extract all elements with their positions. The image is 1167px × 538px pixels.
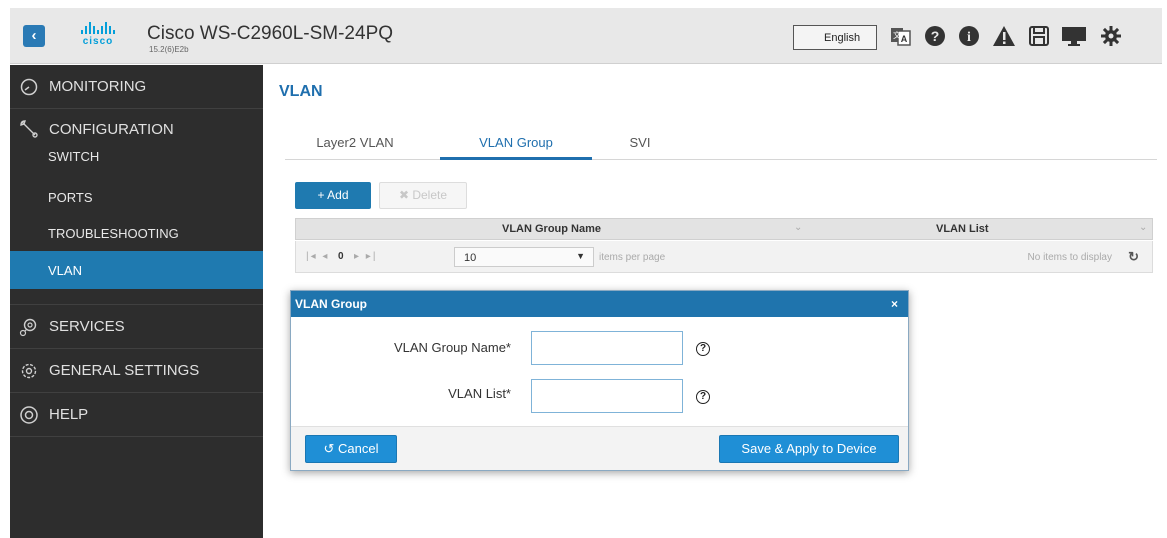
vlan-group-name-input[interactable]: [531, 331, 683, 365]
device-version: 15.2(6)E2b: [149, 45, 189, 54]
undo-icon: ↺: [323, 441, 335, 456]
tab-bar: Layer2 VLAN VLAN Group SVI: [285, 132, 1157, 160]
sidebar-item-label: MONITORING: [49, 78, 147, 95]
sidebar-subitem-ports[interactable]: PORTS: [10, 179, 263, 215]
sidebar-subitem-vlan[interactable]: VLAN: [10, 251, 263, 289]
settings-gear-icon: [18, 360, 40, 382]
sidebar-divider: [10, 289, 263, 305]
dashboard-icon: [18, 76, 40, 98]
pager-nav-icons[interactable]: |◂ ◂: [306, 251, 329, 262]
top-header: ‹ cisco Cisco WS-C2960L-SM-24PQ 15.2(6)E…: [10, 8, 1162, 64]
vlan-group-dialog: VLAN Group × VLAN Group Name* ? VLAN Lis…: [290, 290, 909, 471]
monitor-icon[interactable]: [1061, 22, 1087, 50]
sidebar-item-configuration[interactable]: CONFIGURATION: [10, 109, 263, 149]
close-icon[interactable]: ×: [891, 297, 898, 311]
save-apply-button[interactable]: Save & Apply to Device: [719, 435, 899, 463]
page-title: VLAN: [279, 83, 323, 100]
app-frame: ‹ cisco Cisco WS-C2960L-SM-24PQ 15.2(6)E…: [10, 8, 1162, 538]
help-question-icon[interactable]: ?: [696, 342, 710, 356]
svg-text:i: i: [967, 30, 971, 45]
tab-vlan-group[interactable]: VLAN Group: [440, 132, 592, 160]
empty-grid-text: No items to display: [1027, 252, 1112, 263]
svg-text:?: ?: [931, 28, 940, 44]
refresh-icon[interactable]: ↻: [1128, 249, 1139, 265]
device-name: Cisco WS-C2960L-SM-24PQ: [147, 23, 394, 44]
cisco-logo: cisco: [72, 22, 124, 50]
tab-svi[interactable]: SVI: [620, 132, 660, 160]
dialog-footer: ↺ Cancel Save & Apply to Device: [291, 426, 908, 470]
wrench-icon: [18, 118, 40, 140]
items-per-page-value: 10: [464, 252, 477, 264]
vlan-group-name-label: VLAN Group Name*: [393, 340, 511, 355]
sidebar-item-label: CONFIGURATION: [49, 120, 174, 138]
sidebar-item-services[interactable]: SERVICES: [10, 305, 263, 349]
help-question-icon[interactable]: ?: [696, 390, 710, 404]
language-select[interactable]: English: [793, 25, 877, 50]
back-arrow-icon[interactable]: ‹: [23, 25, 45, 47]
logo-wordmark: cisco: [82, 36, 114, 47]
question-circle-icon[interactable]: ?: [922, 22, 948, 50]
warning-icon[interactable]: [991, 22, 1017, 50]
delete-button[interactable]: ✖ Delete: [379, 182, 467, 209]
sidebar-item-monitoring[interactable]: MONITORING: [10, 65, 263, 109]
sidebar: MONITORING CONFIGURATION SWITCH PORTS TR…: [10, 65, 263, 538]
current-page: 0: [338, 251, 344, 262]
save-icon[interactable]: [1026, 22, 1052, 50]
dialog-header: VLAN Group ×: [291, 291, 908, 317]
chevron-down-icon[interactable]: ⌄: [794, 222, 802, 233]
chevron-down-icon[interactable]: ⌄: [1139, 222, 1147, 233]
pager-next-icons[interactable]: ▸ ▸|: [354, 251, 377, 262]
sidebar-item-label: GENERAL SETTINGS: [49, 362, 200, 379]
services-icon: [18, 316, 40, 338]
vlan-list-label: VLAN List*: [448, 386, 511, 401]
tab-layer2-vlan[interactable]: Layer2 VLAN: [305, 132, 405, 160]
cancel-label: Cancel: [338, 441, 379, 456]
items-per-page-label: items per page: [599, 252, 666, 263]
sidebar-item-help[interactable]: HELP: [10, 393, 263, 437]
vlan-list-input[interactable]: [531, 379, 683, 413]
dialog-title: VLAN Group: [295, 297, 367, 311]
items-per-page-select[interactable]: 10 ▼: [454, 247, 594, 267]
sidebar-subitem-troubleshooting[interactable]: TROUBLESHOOTING: [10, 215, 263, 251]
svg-text:文: 文: [893, 30, 901, 40]
svg-text:A: A: [901, 34, 908, 44]
gear-icon[interactable]: [1098, 22, 1124, 50]
add-button[interactable]: + Add: [295, 182, 371, 209]
grid-header: VLAN Group Name ⌄ VLAN List ⌄: [295, 218, 1153, 240]
info-circle-icon[interactable]: i: [956, 22, 982, 50]
help-lifebuoy-icon: [18, 404, 40, 426]
sidebar-subitem-switch[interactable]: SWITCH: [10, 149, 263, 179]
column-header-vlan-list[interactable]: VLAN List: [936, 223, 989, 235]
grid-pager: |◂ ◂ 0 ▸ ▸| 10 ▼ items per page No items…: [295, 241, 1153, 273]
caret-down-icon: ▼: [576, 251, 585, 261]
cancel-button[interactable]: ↺ Cancel: [305, 435, 397, 463]
sidebar-item-general-settings[interactable]: GENERAL SETTINGS: [10, 349, 263, 393]
column-header-vlan-group-name[interactable]: VLAN Group Name: [502, 223, 601, 235]
sidebar-item-label: HELP: [49, 406, 89, 423]
sidebar-item-label: SERVICES: [49, 318, 125, 335]
language-icon[interactable]: A文: [888, 22, 914, 50]
